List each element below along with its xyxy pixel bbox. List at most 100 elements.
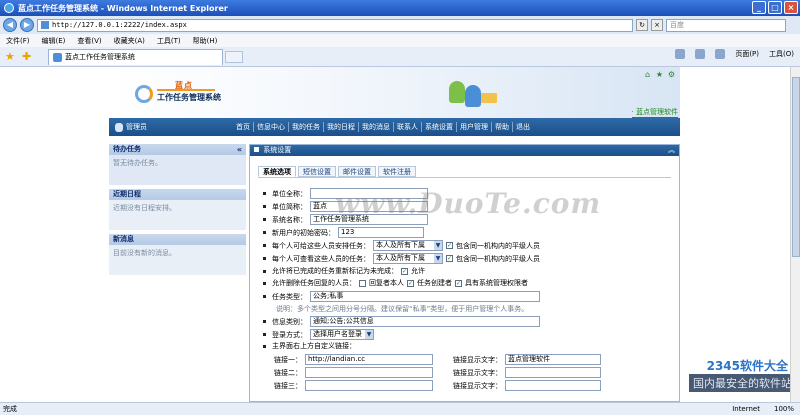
sidebar: 待办任务 « 暂无待办任务。 近期日程 近期没有日程安排。 新消息 目前没有新的… — [109, 144, 246, 279]
tab-sms-settings[interactable]: 短信设置 — [298, 166, 336, 177]
task-type-input[interactable]: 公务;私事 — [310, 291, 540, 302]
tools-menu[interactable]: 工具(O) — [769, 49, 794, 59]
menu-favorites[interactable]: 收藏夹(A) — [114, 36, 145, 46]
unit-short-input[interactable]: 蓝点 — [310, 201, 428, 212]
nav-my-tasks[interactable]: 我的任务 — [289, 122, 324, 132]
nav-home[interactable]: 首页 — [233, 122, 254, 132]
login-mode-select[interactable]: 选择用户名登录 ▼ — [310, 329, 374, 340]
delete-replier-checkbox[interactable] — [359, 279, 366, 287]
maximize-button[interactable]: □ — [768, 1, 782, 14]
url-input[interactable]: http://127.0.0.1:2222/index.aspx — [37, 18, 633, 32]
view-row: 每个人可查看这些人员的任务： 本人及所有下属 ▼ ✓ 包含同一机构内的平级人员 — [263, 253, 540, 264]
back-button[interactable]: ◀ — [3, 18, 17, 32]
unit-fullname-input[interactable] — [310, 188, 428, 199]
tab-system-options[interactable]: 系统选项 — [258, 166, 296, 177]
delete-admin-checkbox[interactable]: ✓ — [455, 279, 462, 287]
assign-peer-checkbox[interactable]: ✓ — [446, 242, 453, 249]
settings-link-icon[interactable]: ⚙ — [667, 70, 676, 79]
view-select[interactable]: 本人及所有下属 ▼ — [373, 253, 443, 264]
people-graphic-icon — [449, 81, 465, 103]
info-category-label: 信息类别： — [272, 317, 307, 326]
home-link-icon[interactable]: ⌂ — [643, 70, 652, 79]
minimize-button[interactable]: _ — [752, 1, 766, 14]
link2-row: 链接二： 链接显示文字： — [274, 367, 601, 378]
tab-registration[interactable]: 软件注册 — [378, 166, 416, 177]
assign-select[interactable]: 本人及所有下属 ▼ — [373, 240, 443, 251]
nav-my-schedule[interactable]: 我的日程 — [324, 122, 359, 132]
browser-tab[interactable]: 蓝点工作任务管理系统 — [48, 48, 223, 65]
link1-text-input[interactable]: 蓝点管理软件 — [505, 354, 601, 365]
nav-my-messages[interactable]: 我的消息 — [359, 122, 394, 132]
task-type-row: 任务类型： 公务;私事 — [263, 291, 540, 302]
settings-panel: 系统设置 ︽ 系统选项 短信设置 邮件设置 软件注册 单位全称： 单位简称： 蓝… — [249, 144, 680, 402]
todo-panel: 待办任务 « 暂无待办任务。 — [109, 144, 246, 185]
settings-panel-title: 系统设置 — [263, 146, 292, 154]
main-nav: 管理员 首页 信息中心 我的任务 我的日程 我的消息 联系人 系统设置 用户管理… — [109, 118, 680, 136]
page-menu[interactable]: 页面(P) — [735, 49, 759, 59]
search-input[interactable]: 百度 — [666, 18, 786, 32]
collapse-icon[interactable]: « — [237, 144, 242, 155]
system-name-row: 系统名称： 工作任务管理系统 — [263, 214, 428, 225]
menu-file[interactable]: 文件(F) — [6, 36, 30, 46]
system-title: 工作任务管理系统 — [157, 93, 221, 102]
status-text: 完成 — [3, 405, 17, 413]
link2-text-input[interactable] — [505, 367, 601, 378]
login-mode-label: 登录方式： — [272, 330, 307, 339]
menu-help[interactable]: 帮助(H) — [193, 36, 218, 46]
nav-user-management[interactable]: 用户管理 — [457, 122, 492, 132]
view-peer-checkbox[interactable]: ✓ — [446, 255, 453, 262]
forward-button[interactable]: ▶ — [20, 18, 34, 32]
url-text: http://127.0.0.1:2222/index.aspx — [52, 20, 187, 29]
nav-help[interactable]: 帮助 — [492, 122, 513, 132]
nav-info-center[interactable]: 信息中心 — [254, 122, 289, 132]
link3-text-input[interactable] — [505, 380, 601, 391]
schedule-panel: 近期日程 近期没有日程安排。 — [109, 189, 246, 230]
browser-viewport: 蓝点 工作任务管理系统 ⌂ ★ ⚙ · 蓝点管理软件 管理员 首页 信息中心 我… — [0, 67, 800, 402]
reset-allow-label: 允许 — [411, 267, 425, 275]
print-icon[interactable] — [715, 49, 726, 59]
nav-system-settings[interactable]: 系统设置 — [422, 122, 457, 132]
brand-external-link[interactable]: · 蓝点管理软件 — [631, 107, 678, 118]
scrollbar-thumb[interactable] — [792, 77, 800, 257]
schedule-body: 近期没有日程安排。 — [113, 204, 176, 212]
settings-tabs: 系统选项 短信设置 邮件设置 软件注册 — [258, 166, 416, 177]
init-password-input[interactable]: 123 — [338, 227, 424, 238]
nav-logout[interactable]: 退出 — [513, 122, 533, 132]
add-favorite-icon[interactable]: ✚ — [22, 50, 34, 63]
logo-divider — [157, 89, 215, 91]
link1-url-input[interactable]: http://landian.cc — [305, 354, 433, 365]
refresh-icon[interactable]: ↻ — [636, 19, 648, 31]
reset-allow-checkbox[interactable]: ✓ — [401, 267, 408, 275]
link3-text-label: 链接显示文字： — [453, 381, 502, 390]
new-tab-button[interactable] — [225, 50, 243, 63]
messages-body: 目前没有新的消息。 — [113, 249, 176, 257]
feeds-icon[interactable] — [695, 49, 706, 59]
zoom-level[interactable]: 100% — [774, 405, 794, 413]
schedule-title: 近期日程 — [109, 189, 246, 200]
delete-creator-checkbox[interactable]: ✓ — [407, 279, 414, 287]
assign-peer-label: 包含同一机构内的平级人员 — [456, 241, 540, 250]
link3-url-input[interactable] — [305, 380, 433, 391]
unit-short-row: 单位简称： 蓝点 — [263, 201, 428, 212]
collapse-up-icon[interactable]: ︽ — [668, 145, 675, 156]
stop-icon[interactable]: × — [651, 19, 663, 31]
vertical-scrollbar[interactable] — [790, 67, 800, 402]
tab-mail-settings[interactable]: 邮件设置 — [338, 166, 376, 177]
link1-text-label: 链接显示文字： — [453, 355, 502, 364]
favorite-link-icon[interactable]: ★ — [655, 70, 664, 79]
favorites-star-icon[interactable]: ★ — [5, 50, 17, 63]
nav-contacts[interactable]: 联系人 — [394, 122, 422, 132]
system-name-label: 系统名称： — [272, 215, 307, 224]
link2-url-input[interactable] — [305, 367, 433, 378]
menu-view[interactable]: 查看(V) — [77, 36, 101, 46]
menu-tools[interactable]: 工具(T) — [157, 36, 181, 46]
close-button[interactable]: × — [784, 1, 798, 14]
system-name-input[interactable]: 工作任务管理系统 — [310, 214, 428, 225]
info-category-input[interactable]: 通知;公告;公共信息 — [310, 316, 540, 327]
unit-fullname-row: 单位全称： — [263, 188, 428, 199]
menu-edit[interactable]: 编辑(E) — [42, 36, 66, 46]
link2-label: 链接二： — [274, 368, 302, 377]
home-icon[interactable] — [675, 49, 686, 59]
todo-body: 暂无待办任务。 — [113, 159, 162, 167]
delete-creator-label: 任务创建者 — [417, 279, 452, 287]
